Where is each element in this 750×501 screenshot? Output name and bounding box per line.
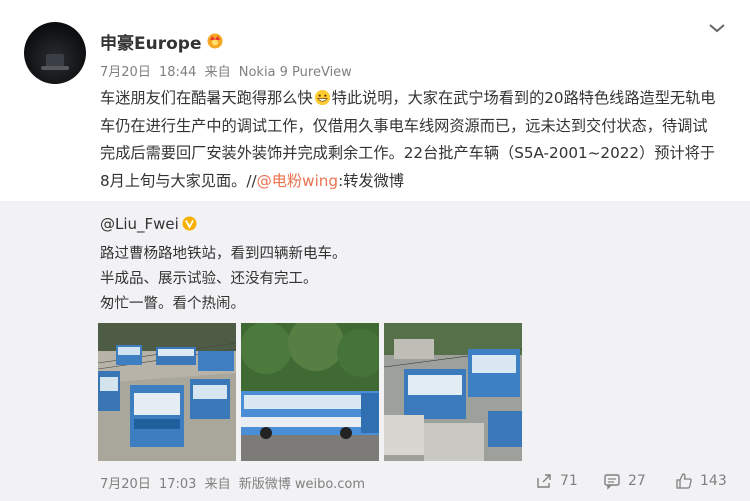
repost-meta: 7月20日 17:03 来自 新版微博 weibo.com bbox=[100, 473, 369, 492]
repost-line-2: 半成品、展示试验、还没有完工。 bbox=[100, 271, 318, 287]
post-meta: 7月20日 18:44 来自 Nokia 9 PureView bbox=[100, 61, 356, 80]
like-count: 143 bbox=[700, 473, 727, 489]
repost-button[interactable]: 71 bbox=[534, 471, 578, 491]
repost-line-3: 匆忙一瞥。看个热闹。 bbox=[100, 296, 245, 312]
mention-link[interactable]: @电粉wing bbox=[257, 172, 338, 190]
repost-card: @Liu_Fwei 路过曹杨路地铁站，看到四辆新电车。 半成品、展示试验、还没有… bbox=[0, 201, 750, 464]
grin-emoji-icon bbox=[314, 89, 330, 106]
repost-via-prefix: 来自 bbox=[204, 477, 231, 492]
repost-count: 71 bbox=[560, 473, 578, 489]
comment-icon bbox=[604, 474, 620, 490]
user-avatar[interactable] bbox=[24, 22, 86, 84]
crown-badge-icon bbox=[207, 33, 223, 49]
repost-photo-2[interactable] bbox=[241, 323, 379, 461]
repost-line-1: 路过曹杨路地铁站，看到四辆新电车。 bbox=[100, 246, 347, 262]
post-text: 车迷朋友们在酷暑天跑得那么快 特此说明，大家在武宁场看到的20路特色线路造型无轨电… bbox=[100, 85, 720, 195]
thumbs-up-icon bbox=[676, 473, 692, 489]
repost-footer: 7月20日 17:03 来自 新版微博 weibo.com 71 27 143 bbox=[0, 464, 750, 501]
comment-count: 27 bbox=[628, 473, 646, 489]
repost-date[interactable]: 7月20日 bbox=[100, 477, 151, 492]
repost-photo-1[interactable] bbox=[98, 323, 236, 461]
repost-username[interactable]: @Liu_Fwei bbox=[100, 215, 179, 233]
repost-time[interactable]: 17:03 bbox=[159, 477, 196, 492]
repost-user: @Liu_Fwei bbox=[100, 215, 197, 233]
post-username[interactable]: 申豪Europe bbox=[100, 29, 201, 54]
verified-v-icon bbox=[182, 216, 197, 231]
post-text-part1: 车迷朋友们在酷暑天跑得那么快 bbox=[100, 89, 313, 107]
comment-button[interactable]: 27 bbox=[602, 471, 646, 491]
post-time[interactable]: 18:44 bbox=[159, 65, 196, 80]
like-button[interactable]: 143 bbox=[674, 471, 727, 491]
post-text-part3: :转发微博 bbox=[338, 171, 404, 190]
chevron-down-icon[interactable] bbox=[708, 22, 726, 34]
repost-source[interactable]: 新版微博 weibo.com bbox=[239, 477, 365, 492]
post-via-prefix: 来自 bbox=[204, 65, 231, 80]
post-date[interactable]: 7月20日 bbox=[100, 65, 151, 80]
post-device[interactable]: Nokia 9 PureView bbox=[239, 65, 352, 80]
share-icon bbox=[537, 474, 551, 488]
repost-photo-3[interactable] bbox=[384, 323, 522, 461]
